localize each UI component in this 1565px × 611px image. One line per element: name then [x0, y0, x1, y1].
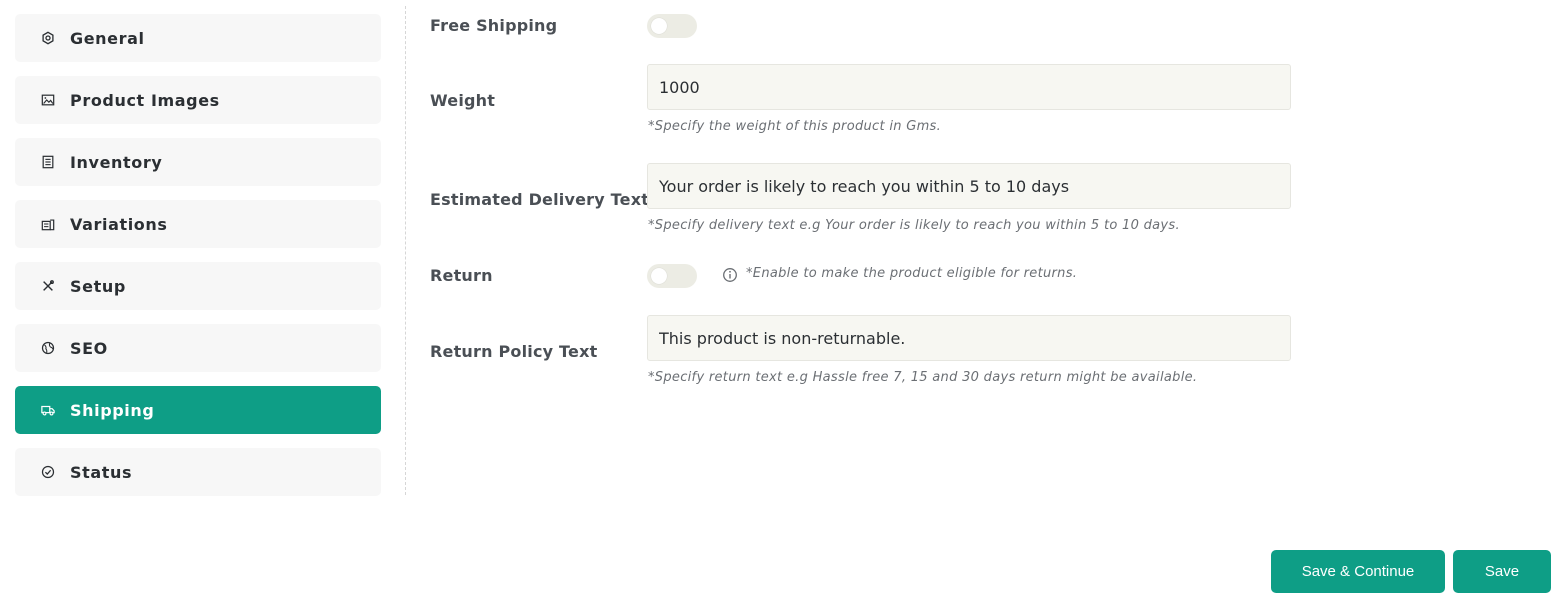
sidebar-item-seo[interactable]: SEO: [15, 324, 381, 372]
check-circle-icon: [40, 465, 55, 480]
return-policy-input[interactable]: [647, 315, 1291, 361]
return-policy-help: *Specify return text e.g Hassle free 7, …: [648, 370, 1198, 385]
sidebar-item-label: Setup: [70, 276, 126, 296]
sidebar-item-label: Product Images: [70, 90, 220, 110]
sidebar-item-label: Inventory: [70, 152, 163, 172]
sidebar-item-label: Shipping: [70, 400, 155, 420]
delivery-text-input[interactable]: [647, 163, 1291, 209]
globe-icon: [40, 341, 55, 356]
return-help-text: *Enable to make the product eligible for…: [746, 266, 1078, 281]
delivery-text-help: *Specify delivery text e.g Your order is…: [648, 218, 1180, 233]
sidebar-item-shipping[interactable]: Shipping: [15, 386, 381, 434]
sidebar: General Product Images Inventory Variati…: [15, 14, 381, 510]
info-icon: [722, 267, 738, 283]
sidebar-item-label: SEO: [70, 338, 108, 358]
weight-input[interactable]: [647, 64, 1291, 110]
toggle-knob: [651, 18, 667, 34]
return-label: Return: [430, 266, 493, 285]
sidebar-item-status[interactable]: Status: [15, 448, 381, 496]
sidebar-item-general[interactable]: General: [15, 14, 381, 62]
image-icon: [40, 93, 55, 108]
sidebar-item-label: Variations: [70, 214, 168, 234]
delivery-text-label: Estimated Delivery Text: [430, 190, 650, 209]
sidebar-item-setup[interactable]: Setup: [15, 262, 381, 310]
return-toggle[interactable]: [647, 264, 697, 288]
return-policy-label: Return Policy Text: [430, 342, 598, 361]
toggle-knob: [651, 268, 667, 284]
truck-icon: [40, 403, 55, 418]
sidebar-item-label: Status: [70, 462, 133, 482]
weight-label: Weight: [430, 91, 496, 110]
settings-hex-icon: [40, 31, 55, 46]
free-shipping-label: Free Shipping: [430, 16, 558, 35]
sidebar-item-product-images[interactable]: Product Images: [15, 76, 381, 124]
sidebar-item-label: General: [70, 28, 145, 48]
free-shipping-toggle[interactable]: [647, 14, 697, 38]
sidebar-item-inventory[interactable]: Inventory: [15, 138, 381, 186]
variations-icon: [40, 217, 55, 232]
tools-icon: [40, 279, 55, 294]
save-button[interactable]: Save: [1453, 550, 1551, 593]
document-icon: [40, 155, 55, 170]
weight-help-text: *Specify the weight of this product in G…: [648, 119, 942, 134]
sidebar-item-variations[interactable]: Variations: [15, 200, 381, 248]
save-continue-button[interactable]: Save & Continue: [1271, 550, 1445, 593]
section-divider: [405, 6, 406, 495]
